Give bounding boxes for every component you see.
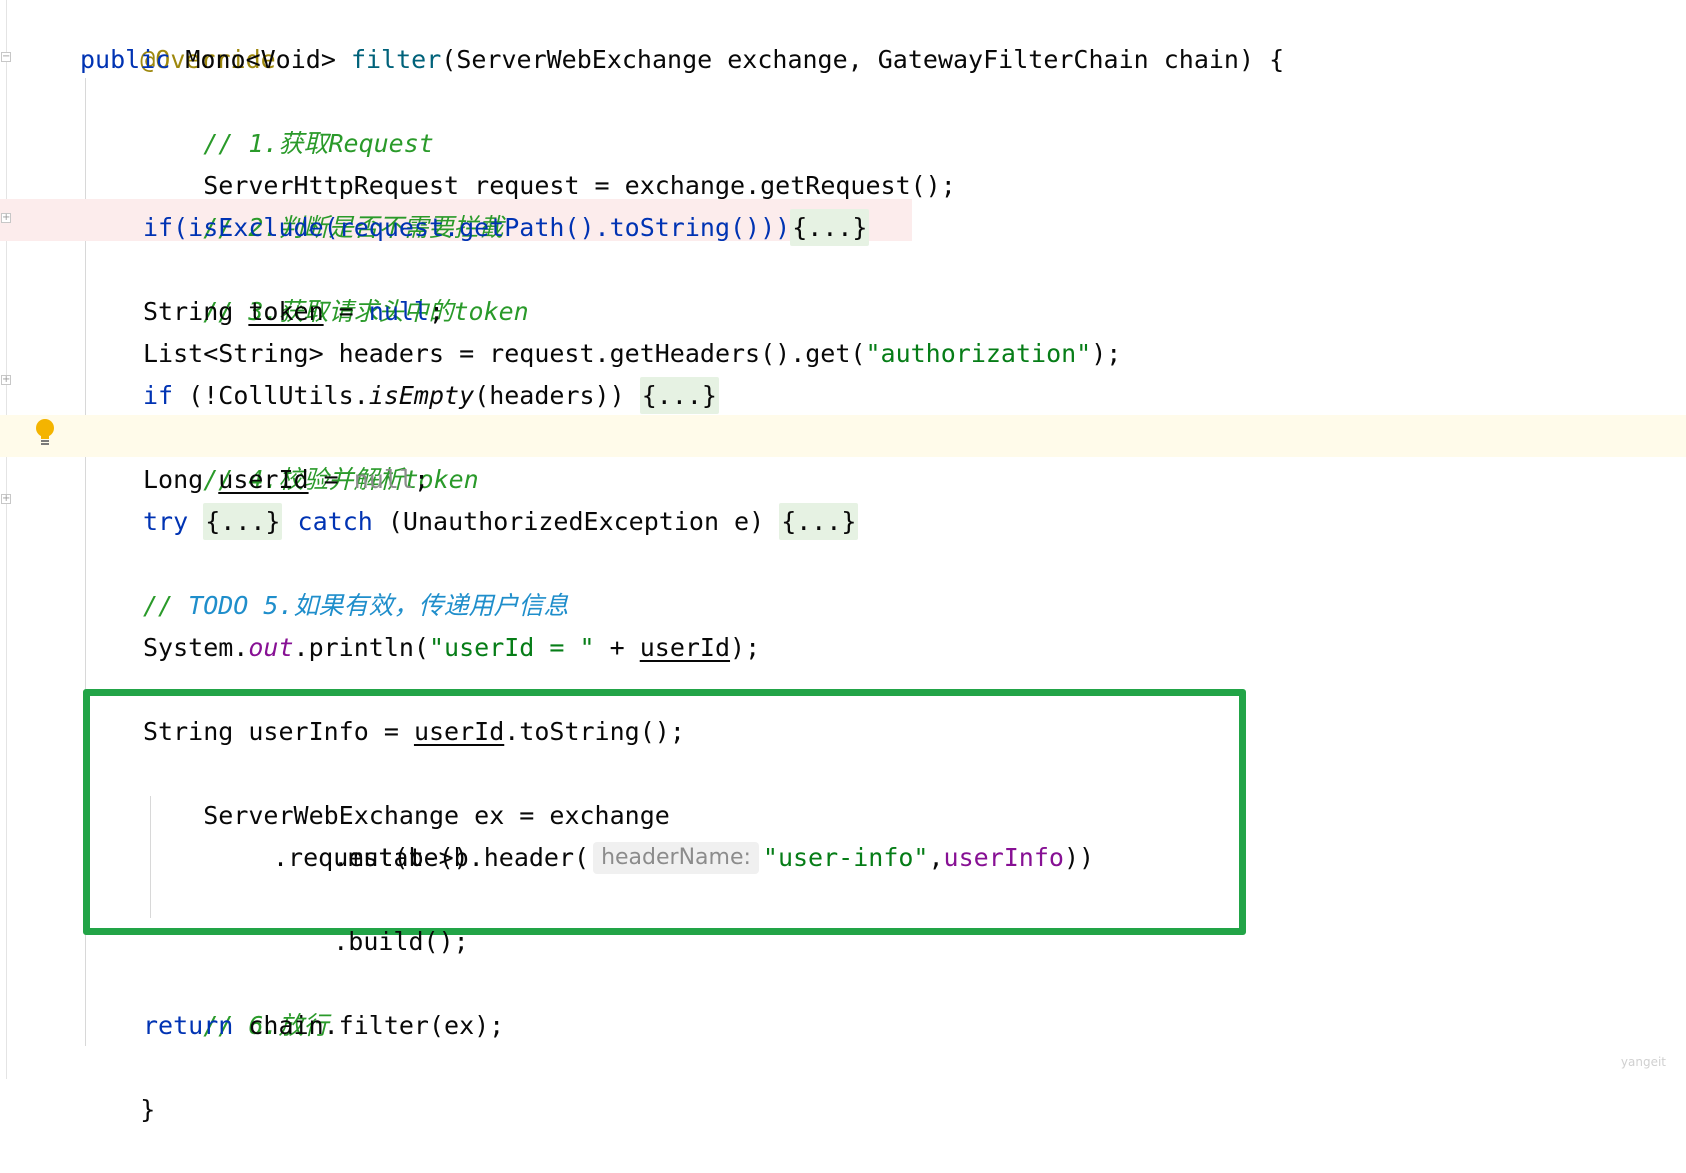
code-line-userid[interactable]: Long userId = null; xyxy=(143,459,429,501)
code-editor[interactable]: − + + + @Override public Mono<Void> filt… xyxy=(0,0,1686,1124)
code-line-if-empty[interactable]: if (!CollUtils.isEmpty(headers)) {...} xyxy=(143,375,719,417)
variable-userinfo: userInfo xyxy=(943,843,1064,872)
statement: .toString(); xyxy=(504,717,685,746)
statement: System. xyxy=(143,633,249,662)
statement: String userInfo = xyxy=(143,717,414,746)
terminator: ; xyxy=(413,465,430,494)
keyword-if: if xyxy=(143,381,174,410)
variable-userid: userId xyxy=(413,717,505,746)
code-line-request-chain[interactable]: .request(b->b.header(headerName: "user-in… xyxy=(273,837,1094,879)
code-line-userinfo[interactable]: String userInfo = userId.toString(); xyxy=(143,711,685,753)
string-literal: "authorization" xyxy=(865,339,1092,368)
code-line-comment-4[interactable]: // 4.校验并解析token xyxy=(143,417,479,494)
code-line-return[interactable]: return chain.filter(ex); xyxy=(143,1005,504,1047)
watermark: yangeit xyxy=(1620,1055,1666,1069)
keyword-return: return xyxy=(143,1011,234,1040)
variable-token: token xyxy=(248,297,324,326)
lightbulb-icon[interactable] xyxy=(34,418,56,448)
type: String xyxy=(143,297,249,326)
statement: .request(b->b.header( xyxy=(273,843,590,872)
null-literal: null xyxy=(353,465,414,494)
operator: = xyxy=(308,465,354,494)
statement: chain.filter(ex); xyxy=(233,1011,505,1040)
code-line-mutate[interactable]: .mutate() xyxy=(273,795,468,872)
code-line-try-catch[interactable]: try {...} catch (UnauthorizedException e… xyxy=(143,501,859,543)
code-line-comment-6[interactable]: // 6.放行 xyxy=(143,963,328,1040)
variable-userid: userId xyxy=(639,633,731,662)
keyword-public: public xyxy=(80,45,171,74)
closing-brace: } xyxy=(140,1095,156,1124)
variable-userid: userId xyxy=(218,465,309,494)
method-params: (ServerWebExchange exchange, GatewayFilt… xyxy=(441,45,1285,74)
code-line-comment-3[interactable]: // 3.获取请求头中的token xyxy=(143,249,529,326)
parameter-hint: headerName: xyxy=(593,842,759,874)
type: Long xyxy=(143,465,219,494)
code-line-request[interactable]: ServerHttpRequest request = exchange.get… xyxy=(143,123,956,200)
fold-marker-icon[interactable]: − xyxy=(1,52,11,62)
method-name: filter xyxy=(350,45,442,74)
folded-block[interactable]: {...} xyxy=(790,209,870,246)
code-line-annotation[interactable]: @Override xyxy=(80,0,275,74)
terminator: ); xyxy=(1091,339,1122,368)
statement: (headers)) xyxy=(474,381,640,410)
catch-clause: (UnauthorizedException e) xyxy=(372,507,780,536)
fold-marker-icon[interactable]: + xyxy=(1,494,11,504)
terminator: ); xyxy=(730,633,761,662)
code-line-println[interactable]: System.out.println("userId = " + userId)… xyxy=(143,627,760,669)
statement: .build(); xyxy=(333,927,469,956)
static-method: isEmpty xyxy=(368,381,475,410)
code-line-headers[interactable]: List<String> headers = request.getHeader… xyxy=(143,333,1121,375)
folded-block[interactable]: {...} xyxy=(779,503,859,540)
code-line-token[interactable]: String token = null; xyxy=(143,291,444,333)
operator: = xyxy=(323,297,369,326)
terminator: )) xyxy=(1063,843,1095,872)
keyword-try: try xyxy=(143,507,189,536)
code-line-signature[interactable]: public Mono<Void> filter(ServerWebExchan… xyxy=(80,39,1284,81)
code-line-todo[interactable]: // TODO 5.如果有效，传递用户信息 xyxy=(143,585,569,627)
folded-block[interactable]: {...} xyxy=(639,377,719,414)
code-line-comment-1[interactable]: // 1.获取Request xyxy=(143,81,434,158)
string-literal: "user-info" xyxy=(762,843,929,872)
return-type: Mono<Void> xyxy=(185,45,336,74)
code-line-exchange[interactable]: ServerWebExchange ex = exchange xyxy=(143,753,670,830)
operator: + xyxy=(594,633,640,662)
todo-comment: TODO 5.如果有效，传递用户信息 xyxy=(188,591,569,620)
statement: List<String> headers = request.getHeader… xyxy=(143,339,866,368)
statement: .println( xyxy=(293,633,429,662)
comma: , xyxy=(928,843,944,872)
statement: if(isExclude(request.getPath().toString(… xyxy=(143,213,791,242)
keyword-catch: catch xyxy=(297,507,373,536)
code-line-if-exclude[interactable]: if(isExclude(request.getPath().toString(… xyxy=(143,207,870,249)
null-literal: null xyxy=(368,297,429,326)
statement: (!CollUtils. xyxy=(173,381,369,410)
code-line-build[interactable]: .build(); xyxy=(273,879,468,956)
fold-marker-icon[interactable]: + xyxy=(1,213,11,223)
terminator: ; xyxy=(429,297,445,326)
fold-marker-icon[interactable]: + xyxy=(1,375,11,385)
folded-block[interactable]: {...} xyxy=(203,503,283,540)
code-line-close-brace[interactable]: } xyxy=(80,1047,155,1124)
gutter-divider xyxy=(6,0,7,1079)
comment-prefix: // xyxy=(143,591,189,620)
string-literal: "userId = " xyxy=(428,633,595,662)
code-line-comment-2[interactable]: // 2.判断是否不需要拦截 xyxy=(143,165,503,242)
static-field: out xyxy=(248,633,294,662)
